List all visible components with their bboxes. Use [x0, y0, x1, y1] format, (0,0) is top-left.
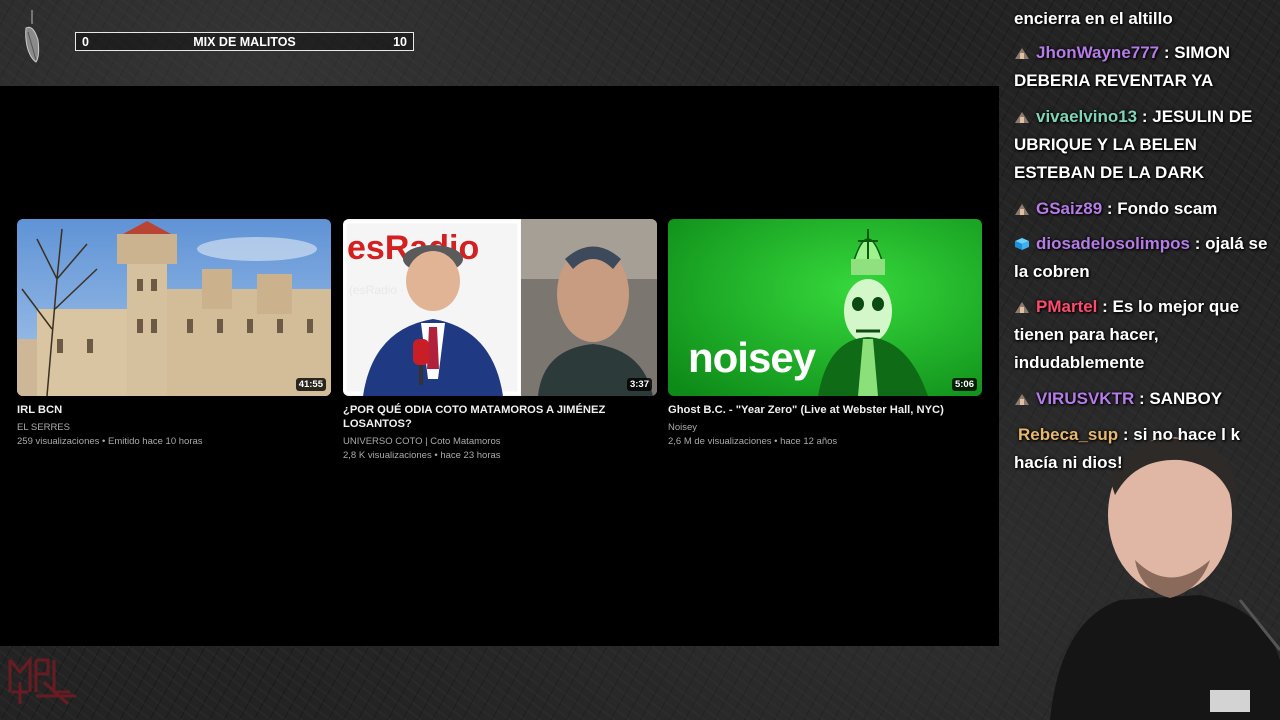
video-stats: 2,8 K visualizaciones • hace 23 horas: [343, 450, 501, 461]
video-card-2[interactable]: esRadio (esRadio · esRadio 3:37 ¿POR QUÉ…: [343, 219, 657, 463]
video-title[interactable]: Ghost B.C. - "Year Zero" (Live at Webste…: [668, 403, 982, 417]
chat-username[interactable]: GSaiz89: [1036, 199, 1102, 218]
chat-username[interactable]: VIRUSVKTR: [1036, 389, 1134, 408]
progress-title: MIX DE MALITOS: [193, 34, 296, 49]
chat-message: vivaelvino13 : JESULIN DE UBRIQUE Y LA B…: [1014, 107, 1253, 182]
channel-name[interactable]: Noisey: [668, 421, 982, 435]
chat-username[interactable]: vivaelvino13: [1036, 107, 1137, 126]
video-end-screen: 41:55 IRL BCN EL SERRES 259 visualizacio…: [0, 86, 999, 646]
interview-thumbnail-image: esRadio (esRadio · esRadio: [343, 219, 657, 396]
chat-message: diosadelosolimpos : ojalá se la cobren: [1014, 234, 1268, 281]
warrior-icon: [1015, 204, 1029, 215]
channel-logo-watermark-icon: [8, 655, 76, 706]
chat-message: encierra en el altillo: [1014, 5, 1278, 33]
channel-name[interactable]: UNIVERSO COTO | Coto Matamoros: [343, 435, 657, 449]
channel-name[interactable]: EL SERRES: [17, 421, 331, 435]
video-card-3[interactable]: noisey 5:06 Ghost B.C. - "Year Zero" (Li…: [668, 219, 982, 449]
video-card-1[interactable]: 41:55 IRL BCN EL SERRES 259 visualizacio…: [17, 219, 331, 449]
video-duration: 5:06: [951, 378, 977, 391]
video-thumbnail[interactable]: 41:55: [17, 219, 331, 396]
chat-message: GSaiz89 : Fondo scam: [1014, 195, 1278, 223]
chat-message: VIRUSVKTR : SANBOY: [1014, 385, 1278, 413]
video-title[interactable]: ¿POR QUÉ ODIA COTO MATAMOROS A JIMÉNEZ L…: [343, 403, 657, 431]
video-thumbnail[interactable]: noisey 5:06: [668, 219, 982, 396]
cube-icon: [1015, 238, 1029, 250]
chat-message: PMartel : Es lo mejor que tienen para ha…: [1014, 297, 1240, 372]
warrior-icon: [1015, 394, 1029, 405]
chat-text: SANBOY: [1149, 389, 1223, 408]
chat-username[interactable]: JhonWayne777: [1036, 43, 1159, 62]
chat-panel: encierra en el altillo JhonWayne777 : SI…: [1000, 0, 1280, 720]
warrior-icon: [1015, 48, 1029, 59]
chat-text: encierra en el altillo: [1014, 9, 1173, 28]
video-thumbnail[interactable]: esRadio (esRadio · esRadio 3:37: [343, 219, 657, 396]
video-stats: 2,6 M de visualizaciones • hace 12 años: [668, 436, 838, 447]
video-title[interactable]: IRL BCN: [17, 403, 331, 417]
chat-text: Fondo scam: [1117, 199, 1218, 218]
noisey-logo-text: noisey: [688, 334, 816, 381]
chat-username[interactable]: diosadelosolimpos: [1036, 234, 1190, 253]
chat-message: JhonWayne777 : SIMON DEBERIA REVENTAR YA: [1014, 43, 1230, 90]
chat-username[interactable]: Rebeca_sup: [1018, 425, 1118, 444]
warrior-icon: [1015, 302, 1029, 313]
video-duration: 3:37: [626, 378, 652, 391]
chat-message: Rebeca_sup : si no hace l k hacía ni dio…: [1014, 425, 1241, 472]
video-duration: 41:55: [295, 378, 326, 391]
chat-username[interactable]: PMartel: [1036, 297, 1097, 316]
castle-thumbnail-image: [17, 219, 331, 396]
warrior-icon: [1015, 112, 1029, 123]
progress-end-label: 10: [393, 34, 407, 49]
feather-logo-icon: [25, 10, 40, 63]
video-stats: 259 visualizaciones • Emitido hace 10 ho…: [17, 436, 203, 447]
mix-progress-bar: 0 MIX DE MALITOS 10: [75, 32, 414, 51]
